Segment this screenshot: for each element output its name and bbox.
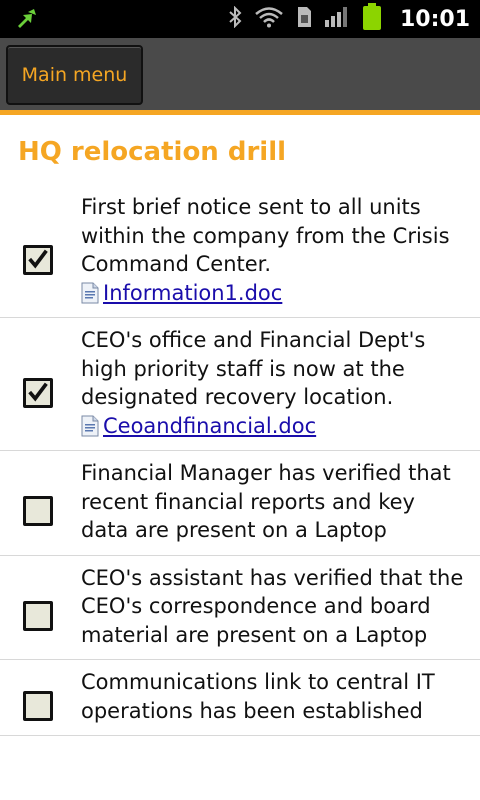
status-bar: 10:01 — [0, 0, 480, 38]
attachment: Ceoandfinancial.doc — [81, 412, 466, 441]
document-icon — [81, 282, 99, 304]
attachment-link[interactable]: Ceoandfinancial.doc — [103, 412, 316, 441]
bluetooth-icon — [228, 5, 242, 32]
sync-icon — [14, 6, 42, 36]
checkbox-checked[interactable] — [23, 245, 53, 275]
checklist-item-text: First brief notice sent to all units wit… — [81, 195, 450, 276]
checklist-item: CEO's assistant has verified that the CE… — [0, 556, 480, 660]
checklist-item: CEO's office and Financial Dept's high p… — [0, 318, 480, 451]
checklist-item-text: CEO's office and Financial Dept's high p… — [81, 328, 426, 409]
wifi-icon — [254, 6, 284, 32]
signal-icon — [324, 6, 350, 32]
attachment: Information1.doc — [81, 279, 466, 308]
attachment-link[interactable]: Information1.doc — [103, 279, 282, 308]
checkmark-icon — [28, 382, 48, 402]
checkbox-unchecked[interactable] — [23, 600, 53, 631]
checklist-item-text: Communications link to central IT operat… — [81, 670, 435, 723]
battery-icon — [362, 3, 382, 35]
checkbox-unchecked[interactable] — [23, 691, 53, 721]
main-menu-button[interactable]: Main menu — [6, 45, 143, 105]
checklist-item: Communications link to central IT operat… — [0, 660, 480, 736]
checkbox-unchecked[interactable] — [23, 496, 53, 526]
checklist-item-body: First brief notice sent to all units wit… — [81, 185, 466, 317]
checklist-item: First brief notice sent to all units wit… — [0, 185, 480, 318]
checklist-item-body: CEO's assistant has verified that the CE… — [81, 556, 466, 660]
checklist-content[interactable]: HQ relocation drill First brief notice s… — [0, 115, 480, 800]
document-icon — [81, 415, 99, 437]
checklist-item-body: Financial Manager has verified that rece… — [81, 451, 466, 555]
page-title: HQ relocation drill — [18, 137, 287, 167]
checklist-item-body: Communications link to central IT operat… — [81, 660, 466, 735]
clock: 10:01 — [399, 6, 470, 32]
action-bar: Main menu — [0, 38, 480, 112]
checklist-item-body: CEO's office and Financial Dept's high p… — [81, 318, 466, 450]
checklist: First brief notice sent to all units wit… — [0, 185, 480, 736]
checklist-item: Financial Manager has verified that rece… — [0, 451, 480, 556]
checkbox-checked[interactable] — [23, 378, 53, 408]
sim-card-icon — [296, 6, 312, 32]
checkmark-icon — [28, 249, 48, 269]
checklist-item-text: Financial Manager has verified that rece… — [81, 461, 451, 542]
checklist-item-text: CEO's assistant has verified that the CE… — [81, 565, 464, 647]
